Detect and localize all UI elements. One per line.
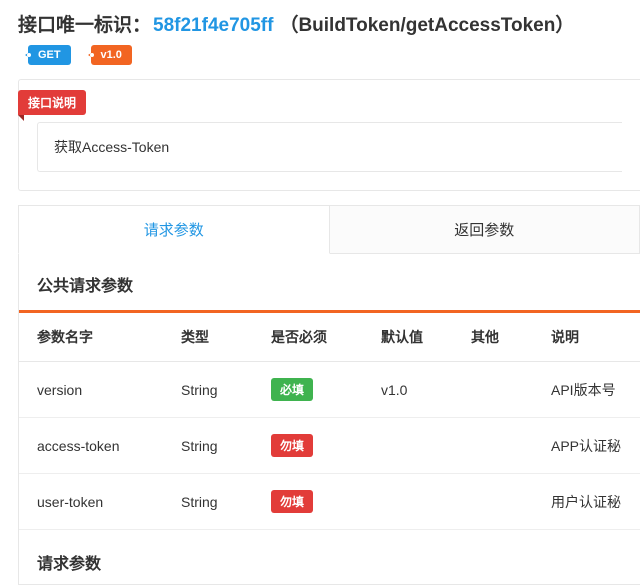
cell-default xyxy=(369,474,459,530)
required-pill: 勿填 xyxy=(271,490,313,513)
table-header-row: 参数名字 类型 是否必须 默认值 其他 说明 xyxy=(19,313,640,362)
public-params-table: 参数名字 类型 是否必须 默认值 其他 说明 versionString 必填 v1… xyxy=(19,313,640,530)
tab-response-params[interactable]: 返回参数 xyxy=(330,205,640,254)
api-path: （BuildToken/getAccessToken） xyxy=(279,15,574,36)
description-text: 获取Access-Token xyxy=(37,122,622,172)
request-params-title: 请求参数 xyxy=(19,530,640,584)
api-hash: 58f21f4e705ff xyxy=(153,15,273,36)
title-label: 接口唯一标识： xyxy=(18,15,151,36)
col-name: 参数名字 xyxy=(19,313,169,362)
version-tag: v1.0 xyxy=(91,45,132,65)
col-type: 类型 xyxy=(169,313,259,362)
version-tag-label: v1.0 xyxy=(101,49,122,61)
cell-other xyxy=(459,418,539,474)
cell-type: String xyxy=(169,418,259,474)
cell-desc: 用户认证秘 xyxy=(539,474,640,530)
method-tag-label: GET xyxy=(38,49,61,61)
col-required: 是否必须 xyxy=(259,313,369,362)
col-other: 其他 xyxy=(459,313,539,362)
public-params-section: 公共请求参数 参数名字 类型 是否必须 默认值 其他 说明 versionStr… xyxy=(18,254,640,585)
table-row: access-tokenString 勿填 APP认证秘 xyxy=(19,418,640,474)
tabs: 请求参数 返回参数 xyxy=(18,205,640,254)
tab-request-params[interactable]: 请求参数 xyxy=(18,205,330,254)
cell-desc: API版本号 xyxy=(539,362,640,418)
cell-other xyxy=(459,362,539,418)
required-pill: 勿填 xyxy=(271,434,313,457)
col-default: 默认值 xyxy=(369,313,459,362)
table-row: versionString 必填 v1.0 API版本号 xyxy=(19,362,640,418)
cell-name: access-token xyxy=(19,418,169,474)
cell-type: String xyxy=(169,362,259,418)
cell-name: version xyxy=(19,362,169,418)
cell-type: String xyxy=(169,474,259,530)
cell-default xyxy=(369,418,459,474)
cell-default: v1.0 xyxy=(369,362,459,418)
cell-required: 必填 xyxy=(259,362,369,418)
cell-required: 勿填 xyxy=(259,418,369,474)
cell-other xyxy=(459,474,539,530)
col-desc: 说明 xyxy=(539,313,640,362)
required-pill: 必填 xyxy=(271,378,313,401)
table-row: user-tokenString 勿填 用户认证秘 xyxy=(19,474,640,530)
page-title: 接口唯一标识：58f21f4e705ff （BuildToken/getAcces… xyxy=(0,0,640,45)
method-tag: GET xyxy=(28,45,71,65)
tags-row: GET v1.0 xyxy=(0,45,640,79)
cell-required: 勿填 xyxy=(259,474,369,530)
cell-name: user-token xyxy=(19,474,169,530)
public-params-title: 公共请求参数 xyxy=(19,272,640,310)
ribbon-label: 接口说明 xyxy=(18,90,86,115)
cell-desc: APP认证秘 xyxy=(539,418,640,474)
description-card: 接口说明 获取Access-Token xyxy=(18,79,640,191)
